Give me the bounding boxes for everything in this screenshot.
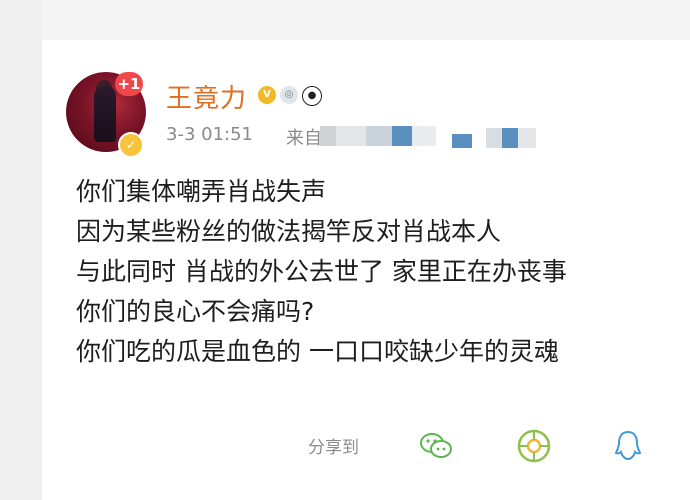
wechat-icon [420, 433, 452, 458]
left-margin [0, 0, 42, 500]
moments-share-button[interactable] [516, 428, 552, 464]
panda-icon[interactable]: ● [302, 86, 322, 106]
username[interactable]: 王竟力 [166, 78, 247, 115]
post-source-label: 来自 [286, 128, 322, 149]
top-margin [0, 0, 690, 40]
moments-icon [517, 429, 551, 463]
post-line: 与此同时 肖战的外公去世了 家里正在办丧事 [76, 257, 567, 286]
qq-icon [614, 430, 642, 461]
post-line: 你们的良心不会痛吗? [76, 297, 315, 326]
post-body: 你们集体嘲弄肖战失声 因为某些粉丝的做法揭竿反对肖战本人 与此同时 肖战的外公去… [76, 172, 686, 372]
ring-icon[interactable]: ◎ [280, 86, 298, 104]
notification-badge: +1 [115, 72, 143, 96]
post-line: 你们吃的瓜是血色的 一口口咬缺少年的灵魂 [76, 337, 559, 366]
post-line: 因为某些粉丝的做法揭竿反对肖战本人 [76, 217, 502, 246]
user-badges: V ◎ ● [258, 86, 322, 106]
post-line: 你们集体嘲弄肖战失声 [76, 177, 327, 206]
verified-icon: ✓ [118, 132, 144, 158]
avatar-figure [94, 86, 116, 142]
vip-icon[interactable]: V [258, 86, 276, 104]
post-timestamp: 3-3 01:51 [166, 124, 253, 145]
wechat-share-button[interactable] [418, 428, 454, 464]
qq-share-button[interactable] [610, 428, 646, 464]
share-label: 分享到 [308, 438, 359, 458]
